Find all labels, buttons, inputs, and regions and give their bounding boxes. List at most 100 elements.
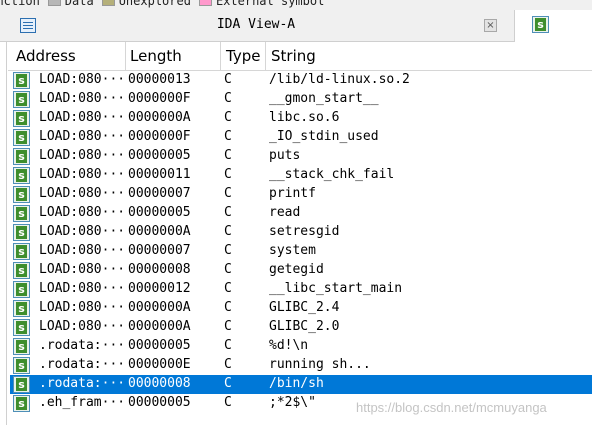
string-icon: s [13,376,30,393]
column-header-length[interactable]: Length [130,47,182,65]
table-row[interactable]: s LOAD:080··· 00000005 Cputs [10,147,592,166]
cell-type: C [224,262,232,277]
cell-type: C [224,376,232,391]
cell-length: 00000013 [128,72,191,87]
string-icon: s [13,338,30,355]
cell-string: /lib/ld-linux.so.2 [269,72,410,87]
string-icon: s [13,357,30,374]
string-icon: s [13,319,30,336]
table-row[interactable]: s .rodata:··· 0000000E Crunning sh... [10,356,592,375]
table-row[interactable]: s .rodata:··· 00000005 C %d!\n [10,337,592,356]
cell-length: 00000005 [128,338,191,353]
cell-string: getegid [269,262,324,277]
cell-length: 0000000E [128,357,191,372]
cell-length: 00000008 [128,376,191,391]
cell-address: .rodata:··· [39,357,126,372]
cell-string: __stack_chk_fail [269,167,395,182]
tab-bar: IDA View-A × s [0,10,592,42]
cell-type: C [224,129,232,144]
string-icon: s [13,262,30,279]
tab-strings-window[interactable]: s [514,10,592,42]
cell-address: LOAD:080··· [39,243,126,258]
cell-type: C [224,91,232,106]
table-row[interactable]: s LOAD:080··· 00000008 Cgetegid [10,261,592,280]
string-icon: s [13,186,30,203]
legend-swatch [101,0,115,6]
tab-ida-view-a[interactable]: IDA View-A × [0,10,512,41]
cell-address: LOAD:080··· [39,319,126,334]
cell-length: 00000012 [128,281,191,296]
string-icon: s [13,129,30,146]
cell-string: /bin/sh [269,376,324,391]
table-row[interactable]: s LOAD:080··· 0000000A C GLIBC_2.0 [10,318,592,337]
cell-length: 00000005 [128,395,191,410]
cell-length: 0000000A [128,319,191,334]
legend-label: Data [64,0,94,8]
cell-address: LOAD:080··· [39,281,126,296]
column-header-type[interactable]: Type [226,47,260,65]
cell-type: C [224,72,232,87]
cell-address: LOAD:080··· [39,205,126,220]
cell-length: 0000000A [128,224,191,239]
cell-string: __gmon_start__ [269,91,379,106]
column-divider[interactable] [265,42,266,70]
string-icon: s [13,224,30,241]
column-header-address[interactable]: Address [16,47,76,65]
string-icon: s [13,300,30,317]
cell-length: 0000000F [128,129,191,144]
cell-type: C [224,148,232,163]
string-icon: s [13,91,30,108]
column-divider[interactable] [220,42,221,70]
table-row[interactable]: s LOAD:080··· 00000012 C __libc_start_main [10,280,592,299]
table-row[interactable]: s LOAD:080··· 00000007 Cprintf [10,185,592,204]
cell-type: C [224,186,232,201]
table-row[interactable]: s .rodata:··· 00000008 C/bin/sh [10,375,592,394]
legend-swatch [47,0,61,6]
watermark: https://blog.csdn.net/mcmuyanga [356,400,547,415]
legend-bar: Function Data Unexplored External symbol [0,0,592,10]
cell-type: C [224,281,232,296]
cell-type: C [224,357,232,372]
cell-address: LOAD:080··· [39,167,126,182]
cell-type: C [224,167,232,182]
table-row[interactable]: s LOAD:080··· 00000005 Cread [10,204,592,223]
table-left-border [6,42,7,425]
string-icon: s [13,281,30,298]
cell-address: .rodata:··· [39,338,126,353]
table-row[interactable]: s LOAD:080··· 0000000A Clibc.so.6 [10,109,592,128]
table-row[interactable]: s LOAD:080··· 00000007 Csystem [10,242,592,261]
legend-label: Unexplored [118,0,191,8]
cell-address: LOAD:080··· [39,148,126,163]
string-icon: s [13,110,30,127]
cell-string: GLIBC_2.4 [269,300,340,315]
cell-address: .eh_fram··· [39,395,126,410]
cell-length: 0000000F [128,91,191,106]
cell-type: C [224,243,232,258]
cell-string: running sh... [269,357,371,372]
legend-label: Function [0,0,40,8]
cell-length: 00000005 [128,205,191,220]
table-row[interactable]: s LOAD:080··· 0000000A C GLIBC_2.4 [10,299,592,318]
cell-string: GLIBC_2.0 [269,319,340,334]
cell-string: %d!\n [269,338,309,353]
cell-string: puts [269,148,301,163]
cell-length: 00000008 [128,262,191,277]
cell-string: setresgid [269,224,340,239]
table-row[interactable]: s LOAD:080··· 0000000F C __gmon_start__ [10,90,592,109]
cell-address: LOAD:080··· [39,91,126,106]
table-row[interactable]: s LOAD:080··· 00000013 C/lib/ld-linux.so.2 [10,71,592,90]
cell-type: C [224,395,232,410]
table-row[interactable]: s LOAD:080··· 00000011 C __stack_chk_fail [10,166,592,185]
table-row[interactable]: s LOAD:080··· 0000000A Csetresgid [10,223,592,242]
cell-address: LOAD:080··· [39,224,126,239]
tab-close-button[interactable]: × [484,19,497,32]
column-header-string[interactable]: String [271,47,316,65]
cell-address: LOAD:080··· [39,110,126,125]
cell-string: ;*2$\" [269,395,316,410]
cell-type: C [224,338,232,353]
string-icon: s [13,148,30,165]
table-row[interactable]: s LOAD:080··· 0000000F C _IO_stdin_used [10,128,592,147]
tab-title: IDA View-A [216,17,296,32]
cell-length: 0000000A [128,110,191,125]
column-divider[interactable] [125,42,126,70]
